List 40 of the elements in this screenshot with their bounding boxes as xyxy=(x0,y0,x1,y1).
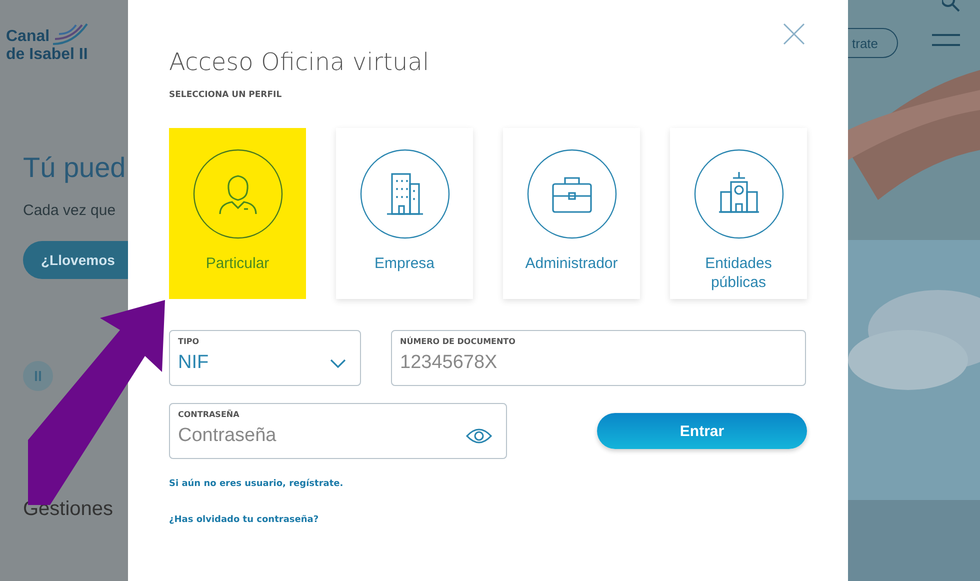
field-label: CONTRASEÑA xyxy=(178,410,240,419)
logo-text: de Isabel II xyxy=(6,46,89,64)
profile-label: Entidades públicas xyxy=(704,254,773,292)
profile-label: Particular xyxy=(204,254,270,273)
field-label: NÚMERO DE DOCUMENTO xyxy=(400,337,516,346)
section-title: Gestiones xyxy=(23,498,114,521)
password-field[interactable]: CONTRASEÑA Contraseña xyxy=(169,403,507,459)
headline: Tú pued xyxy=(23,152,127,184)
menu-icon[interactable] xyxy=(932,34,960,46)
townhall-icon xyxy=(692,148,784,240)
subtitle: SELECCIONA UN PERFIL xyxy=(169,90,283,100)
pause-button[interactable] xyxy=(23,361,53,391)
logo-text: Canal xyxy=(6,28,50,46)
document-number-input[interactable]: 12345678X xyxy=(400,352,660,374)
modal-title: Acceso Oficina virtual xyxy=(169,48,430,76)
profile-card[interactable]: Entidades públicas xyxy=(670,128,807,299)
field-label: TIPO xyxy=(178,337,200,346)
person-icon xyxy=(192,148,284,240)
chevron-down-icon xyxy=(330,358,346,368)
search-icon[interactable] xyxy=(942,0,962,12)
profile-label: Administrador xyxy=(524,254,619,273)
profile-label: Empresa xyxy=(373,254,436,273)
pause-icon xyxy=(34,371,42,381)
document-number-field[interactable]: NÚMERO DE DOCUMENTO 12345678X xyxy=(391,330,806,386)
cta-button[interactable]: ¿Llovemos xyxy=(23,241,128,279)
briefcase-icon xyxy=(526,148,618,240)
document-type-select[interactable]: TIPO NIF xyxy=(169,330,361,386)
profile-card[interactable]: Administrador xyxy=(503,128,640,299)
eye-icon[interactable] xyxy=(466,428,492,444)
profile-card[interactable]: Empresa xyxy=(336,128,473,299)
link[interactable]: Si aún no eres usuario, regístrate. xyxy=(169,479,344,489)
office-icon xyxy=(358,148,450,240)
link[interactable]: ¿Has olvidado tu contraseña? xyxy=(169,515,319,525)
register-button[interactable]: trate xyxy=(848,28,898,58)
close-icon[interactable] xyxy=(783,23,805,45)
profile-card[interactable]: Particular xyxy=(169,128,306,299)
password-input[interactable]: Contraseña xyxy=(178,425,438,447)
select-value: NIF xyxy=(178,352,209,374)
submit-button[interactable]: Entrar xyxy=(597,413,807,449)
intro-text: Cada vez que xyxy=(23,202,117,219)
